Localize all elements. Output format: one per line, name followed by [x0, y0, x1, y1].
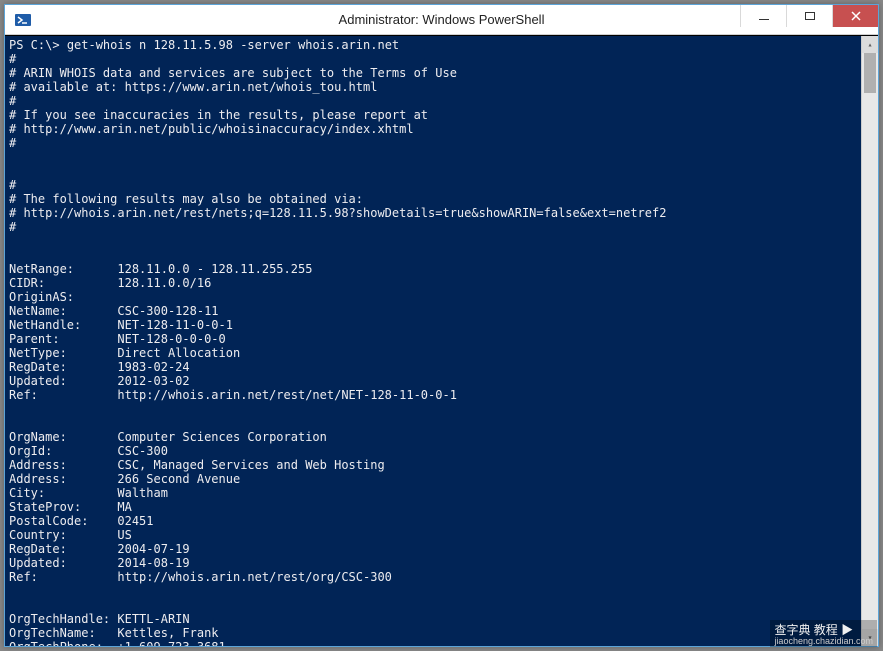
scroll-track[interactable] [862, 53, 878, 629]
scroll-thumb[interactable] [864, 53, 876, 93]
minimize-button[interactable] [740, 5, 786, 27]
watermark: 查字典 教程 ▶ jiaocheng.chazidian.com [770, 620, 877, 647]
close-button[interactable] [832, 5, 878, 27]
prompt-prefix: PS C:\> [9, 38, 60, 52]
window-controls [740, 5, 878, 27]
org-block: OrgName: Computer Sciences Corporation O… [9, 430, 392, 584]
watermark-main: 查字典 教程 [774, 623, 841, 637]
net-block: NetRange: 128.11.0.0 - 128.11.255.255 CI… [9, 262, 457, 402]
terminal-output[interactable]: PS C:\> get-whois n 128.11.5.98 -server … [5, 35, 878, 646]
titlebar[interactable]: Administrator: Windows PowerShell [5, 5, 878, 35]
watermark-sub: jiaocheng.chazidian.com [774, 636, 873, 646]
comment-block: # # ARIN WHOIS data and services are sub… [9, 52, 666, 234]
powershell-icon [13, 10, 33, 30]
vertical-scrollbar[interactable]: ▴ ▾ [861, 36, 878, 646]
maximize-button[interactable] [786, 5, 832, 27]
prompt-command: get-whois n 128.11.5.98 -server whois.ar… [67, 38, 399, 52]
scroll-up-arrow[interactable]: ▴ [862, 36, 878, 53]
tech-block: OrgTechHandle: KETTL-ARIN OrgTechName: K… [9, 612, 414, 646]
powershell-window: Administrator: Windows PowerShell PS C:\… [4, 4, 879, 647]
